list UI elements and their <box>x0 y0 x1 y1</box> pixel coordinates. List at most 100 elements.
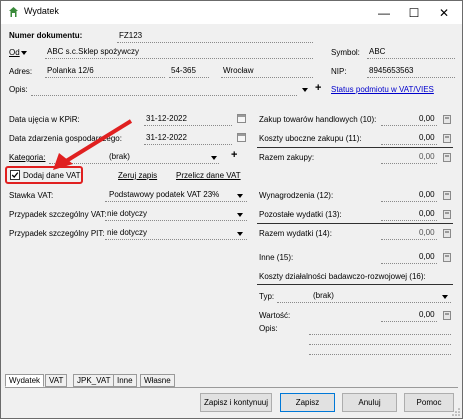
typ-field[interactable]: (brak) <box>313 290 334 302</box>
purchase-field[interactable]: 0,00 <box>419 113 435 125</box>
contractor-field[interactable]: ABC s.c.Sklep spożywczy <box>47 46 139 58</box>
address-label: Adres: <box>9 67 33 76</box>
street-field[interactable]: Polanka 12/6 <box>47 65 94 77</box>
button-label: Anuluj <box>358 398 381 407</box>
symbol-label: Symbol: <box>331 48 360 57</box>
opis-underline[interactable] <box>31 95 297 96</box>
wartosc-label: Wartość: <box>259 311 291 320</box>
calendar-icon[interactable] <box>237 133 246 142</box>
calculator-icon[interactable] <box>443 210 451 219</box>
calculator-icon[interactable] <box>443 229 451 238</box>
special-vat-label: Przypadek szczególny VAT: <box>9 210 107 219</box>
add-vat-checkbox[interactable] <box>10 170 20 180</box>
separator-line <box>257 284 453 285</box>
calculator-icon[interactable] <box>443 253 451 262</box>
tab-label: VAT <box>49 376 64 385</box>
button-label: Pomoc <box>416 398 442 407</box>
opis-add-button[interactable]: + <box>315 83 321 94</box>
category-dropdown-icon[interactable] <box>211 156 217 160</box>
annotation-arrow-icon <box>53 119 133 170</box>
city-field[interactable]: Wrocław <box>223 65 254 77</box>
help-button[interactable]: Pomoc <box>404 393 454 412</box>
tab-label: Inne <box>117 376 133 385</box>
event-date-field[interactable]: 31-12-2022 <box>146 132 187 144</box>
other-expenses-underline <box>381 220 437 221</box>
vat-rate-underline <box>105 201 247 202</box>
doc-number-underline <box>117 42 313 43</box>
separator-line <box>257 223 453 224</box>
special-vat-field[interactable]: nie dotyczy <box>107 208 147 220</box>
category-add-button[interactable]: + <box>231 150 237 161</box>
inne-field[interactable]: 0,00 <box>419 251 435 263</box>
doc-number-label: Numer dokumentu: <box>9 31 83 40</box>
opis-dropdown-icon[interactable] <box>302 88 308 92</box>
symbol-field[interactable]: ABC <box>369 46 385 58</box>
side-costs-label: Koszty uboczne zakupu (11): <box>259 134 362 143</box>
total-purchase-value: 0,00 <box>419 152 435 161</box>
category-label[interactable]: Kategoria: <box>9 153 45 163</box>
title-bar[interactable]: Wydatek — ☐ ✕ <box>1 1 462 24</box>
close-icon: ✕ <box>438 5 450 20</box>
rd-opis-line[interactable] <box>309 334 451 335</box>
other-expenses-field[interactable]: 0,00 <box>419 208 435 220</box>
inne-label: Inne (15): <box>259 253 294 262</box>
doc-number-field[interactable]: FZ123 <box>119 30 142 42</box>
special-pit-dropdown-icon[interactable] <box>237 232 243 236</box>
vat-rate-dropdown-icon[interactable] <box>237 194 243 198</box>
tab-jpk-vat[interactable]: JPK_VAT <box>73 374 115 387</box>
nip-underline <box>367 77 455 78</box>
vat-status-link[interactable]: Status podmiotu w VAT/VIES <box>331 85 434 95</box>
special-pit-label: Przypadek szczególny PIT: <box>9 229 105 238</box>
tab-label: Wydatek <box>9 376 41 385</box>
rd-opis-line[interactable] <box>309 354 451 355</box>
tab-wlasne[interactable]: Własne <box>140 374 175 387</box>
tab-wydatek[interactable]: Wydatek <box>5 374 45 387</box>
save-button[interactable]: Zapisz <box>280 393 335 412</box>
opis-label: Opis: <box>9 85 28 94</box>
other-expenses-label: Pozostałe wydatki (13): <box>259 210 342 219</box>
special-vat-dropdown-icon[interactable] <box>237 213 243 217</box>
inne-underline <box>381 263 437 264</box>
postcode-underline <box>169 77 209 78</box>
od-dropdown-icon[interactable] <box>21 51 27 55</box>
calculator-icon[interactable] <box>443 191 451 200</box>
postcode-field[interactable]: 54-365 <box>171 65 196 77</box>
total-purchase-label: Razem zakupy: <box>259 153 315 162</box>
button-label: Zapisz <box>295 398 320 407</box>
side-costs-field[interactable]: 0,00 <box>419 132 435 144</box>
save-continue-button[interactable]: Zapisz i kontynuuj <box>200 393 272 412</box>
calculator-icon[interactable] <box>443 115 451 124</box>
kpir-date-field[interactable]: 31-12-2022 <box>146 113 187 125</box>
total-expenses-label: Razem wydatki (14): <box>259 229 332 238</box>
minimize-button[interactable]: — <box>369 1 399 24</box>
window-title: Wydatek <box>24 6 59 16</box>
calculator-icon[interactable] <box>443 153 451 162</box>
symbol-underline <box>367 58 455 59</box>
recalc-vat-link[interactable]: Przelicz dane VAT <box>176 171 241 181</box>
special-pit-underline <box>105 239 247 240</box>
tab-vat[interactable]: VAT <box>45 374 68 387</box>
rd-opis-line[interactable] <box>309 344 451 345</box>
special-pit-field[interactable]: nie dotyczy <box>107 227 147 239</box>
special-vat-underline <box>105 220 247 221</box>
city-underline <box>221 77 313 78</box>
total-purchase-underline <box>381 163 437 164</box>
dialog-window: Wydatek — ☐ ✕ Numer dokumentu: FZ123 Od … <box>0 0 463 419</box>
nip-field[interactable]: 8945653563 <box>369 65 414 77</box>
od-link[interactable]: Od <box>9 48 20 58</box>
vat-rate-field[interactable]: Podstawowy podatek VAT 23% <box>109 189 219 201</box>
resize-grip-icon[interactable] <box>451 407 461 417</box>
close-button[interactable]: ✕ <box>429 1 459 24</box>
calculator-icon[interactable] <box>443 311 451 320</box>
side-costs-underline <box>381 144 437 145</box>
typ-dropdown-icon[interactable] <box>442 295 448 299</box>
calculator-icon[interactable] <box>443 134 451 143</box>
wartosc-field[interactable]: 0,00 <box>419 309 435 321</box>
tab-inne[interactable]: Inne <box>113 374 137 387</box>
salaries-field[interactable]: 0,00 <box>419 189 435 201</box>
cancel-button[interactable]: Anuluj <box>342 393 397 412</box>
maximize-button[interactable]: ☐ <box>399 1 429 24</box>
calendar-icon[interactable] <box>237 114 246 123</box>
minimize-icon: — <box>378 5 390 20</box>
street-underline <box>45 77 165 78</box>
